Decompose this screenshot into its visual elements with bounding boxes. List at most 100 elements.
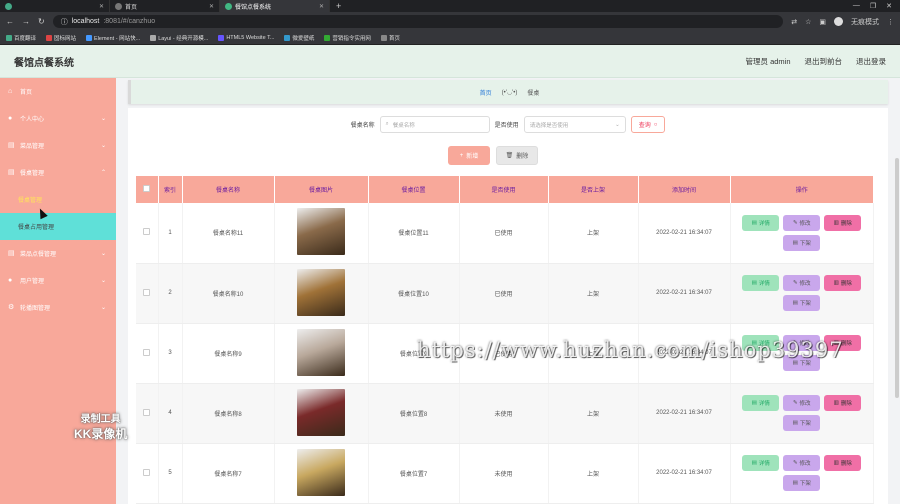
edit-button[interactable]: ✎ 修改 [783,455,821,471]
menu-dots-icon[interactable]: ⋮ [887,18,894,26]
new-tab-icon[interactable]: + [330,1,347,11]
maximize-icon[interactable]: ❐ [870,2,876,10]
extension-icon[interactable]: ▣ [819,18,826,26]
close-window-icon[interactable]: ✕ [886,2,892,10]
is-used-select[interactable]: 请选择是否使用 ⌄ [523,116,626,133]
unlist-button[interactable]: ▤ 下架 [783,475,821,491]
list-panel: 餐桌名称 ⌕ 餐桌名称 是否使用 请选择是否使用 ⌄ 查询 ○ + 新增 🗑 删除 [128,108,888,504]
select-all-checkbox[interactable] [143,185,151,192]
forward-icon[interactable]: → [22,17,30,26]
row-checkbox[interactable] [143,468,151,476]
row-checkbox[interactable] [143,228,151,236]
col-header[interactable]: 索引 [158,176,183,203]
edit-button[interactable]: ✎ 修改 [783,275,821,291]
bookmark[interactable]: HTML5 Website T... [218,34,274,41]
row-actions: ▤ 详情 ✎ 修改 ▥ 删除 ▤ 下架 [742,455,862,491]
edit-button[interactable]: ✎ 修改 [783,335,821,351]
add-button[interactable]: + 新增 [448,146,490,165]
translate-icon[interactable]: ⇄ [791,18,797,26]
sidebar-item-home[interactable]: ⌂ 首页 [0,78,116,105]
col-header[interactable]: 添加时间 [638,176,731,203]
edit-button[interactable]: ✎ 修改 [783,214,821,231]
row-checkbox-cell[interactable] [136,323,159,384]
row-checkbox[interactable] [143,408,151,416]
row-checkbox-cell[interactable] [136,203,159,264]
close-icon[interactable]: ✕ [99,3,104,10]
scrollbar[interactable] [895,158,899,398]
row-checkbox-cell[interactable] [136,383,159,444]
table-row[interactable]: 2 餐桌名称10 餐桌位置10 已使用 上架 2022-02-21 16:34:… [136,263,874,324]
chevron-up-icon: ⌃ [100,170,106,176]
browser-tab[interactable]: 首页 ✕ [110,0,220,12]
table-name-input[interactable]: ⌕ 餐桌名称 [379,116,490,133]
browser-tab[interactable]: ✕ [0,0,110,12]
unlist-button[interactable]: ▤ 下架 [783,355,821,371]
sidebar-item-users[interactable]: ● 用户管理 ⌄ [0,267,116,294]
table-row[interactable]: 5 餐桌名称7 餐桌位置7 未使用 上架 2022-02-21 16:34:07… [136,443,874,504]
sidebar-item-orders[interactable]: ▤ 菜品点餐管理 ⌄ [0,240,116,267]
search-icon: ○ [653,121,658,128]
delete-button[interactable]: ▥ 删除 [824,335,862,351]
sidebar-item-carousel[interactable]: ⚙ 轮播图管理 ⌄ [0,294,116,321]
sidebar-subitem-tables[interactable]: 餐桌管理 [0,186,116,213]
bookmark[interactable]: 营销指令实用网 [324,34,371,42]
delete-button[interactable]: ▥ 删除 [824,275,862,291]
sidebar-item-profile[interactable]: ● 个人中心 ⌄ [0,105,116,132]
row-checkbox[interactable] [143,348,151,356]
document-icon: ▤ [792,239,798,246]
bookmark[interactable]: 微爱壁纸 [284,34,314,42]
edit-button[interactable]: ✎ 修改 [783,395,821,411]
delete-button[interactable]: ▥ 删除 [824,214,862,231]
minimize-icon[interactable]: — [853,2,860,10]
select-all-header[interactable] [136,176,159,203]
sidebar-item-dishes[interactable]: ▤ 菜品管理 ⌄ [0,132,116,159]
close-icon[interactable]: ✕ [319,3,324,10]
pencil-icon: ✎ [792,280,798,286]
sidebar-item-tables[interactable]: ▤ 餐桌管理 ⌃ [0,159,116,186]
back-to-front-link[interactable]: 退出到前台 [805,56,843,67]
breadcrumb-home[interactable]: 首页 [480,88,492,97]
batch-delete-button[interactable]: 🗑 删除 [496,146,538,165]
table-row[interactable]: 4 餐桌名称8 餐桌位置8 未使用 上架 2022-02-21 16:34:07… [136,383,874,444]
col-header[interactable]: 是否使用 [459,176,549,203]
profile-label[interactable]: 无痕模式 [851,17,879,27]
pencil-icon: ✎ [792,219,798,226]
detail-button[interactable]: ▤ 详情 [742,275,780,291]
detail-button[interactable]: ▤ 详情 [742,455,780,471]
col-header[interactable]: 是否上架 [548,176,639,203]
cell-time: 2022-02-21 16:34:07 [638,383,731,444]
row-checkbox-cell[interactable] [136,263,159,324]
url-field[interactable]: ⓘ localhost:8081/#/canzhuo [52,15,784,28]
bookmark[interactable]: 首页 [380,34,400,42]
detail-button[interactable]: ▤ 详情 [742,335,780,351]
browser-tab-active[interactable]: 餐馆点餐系统 ✕ [220,0,330,12]
detail-button[interactable]: ▤ 详情 [742,395,780,411]
bookmark[interactable]: 固标网站 [46,34,76,42]
col-header[interactable]: 餐桌图片 [274,176,369,203]
unlist-button[interactable]: ▤ 下架 [783,234,821,251]
row-checkbox-cell[interactable] [136,443,159,504]
star-icon[interactable]: ☆ [805,18,811,26]
delete-button[interactable]: ▥ 删除 [824,395,862,411]
row-checkbox[interactable] [143,288,151,296]
bookmark[interactable]: 百度翻译 [6,34,36,42]
col-header[interactable]: 餐桌名称 [182,176,275,203]
document-icon: ▤ [792,300,798,306]
bookmark[interactable]: Layui - 经典开源模... [150,34,208,42]
logout-link[interactable]: 退出登录 [856,56,886,67]
close-icon[interactable]: ✕ [209,3,214,10]
reload-icon[interactable]: ↻ [38,17,45,26]
delete-button[interactable]: ▥ 删除 [824,455,862,471]
back-icon[interactable]: ← [6,17,14,26]
unlist-button[interactable]: ▤ 下架 [783,415,821,431]
cell-table-name: 餐桌名称7 [182,443,275,504]
sidebar-subitem-table-occupancy[interactable]: 餐桌占用管理 [0,213,116,240]
detail-button[interactable]: ▤ 详情 [742,214,780,231]
table-row[interactable]: 1 餐桌名称11 餐桌位置11 已使用 上架 2022-02-21 16:34:… [136,203,874,264]
col-header[interactable]: 餐桌位置 [368,176,460,203]
query-button[interactable]: 查询 ○ [630,116,666,133]
unlist-button[interactable]: ▤ 下架 [783,295,821,311]
table-row[interactable]: 3 餐桌名称9 餐桌位置9 已使用 上架 2022-02-21 16:34:07… [136,323,874,384]
bookmark[interactable]: Element - 网站快... [86,34,140,42]
incognito-avatar[interactable] [834,17,843,26]
